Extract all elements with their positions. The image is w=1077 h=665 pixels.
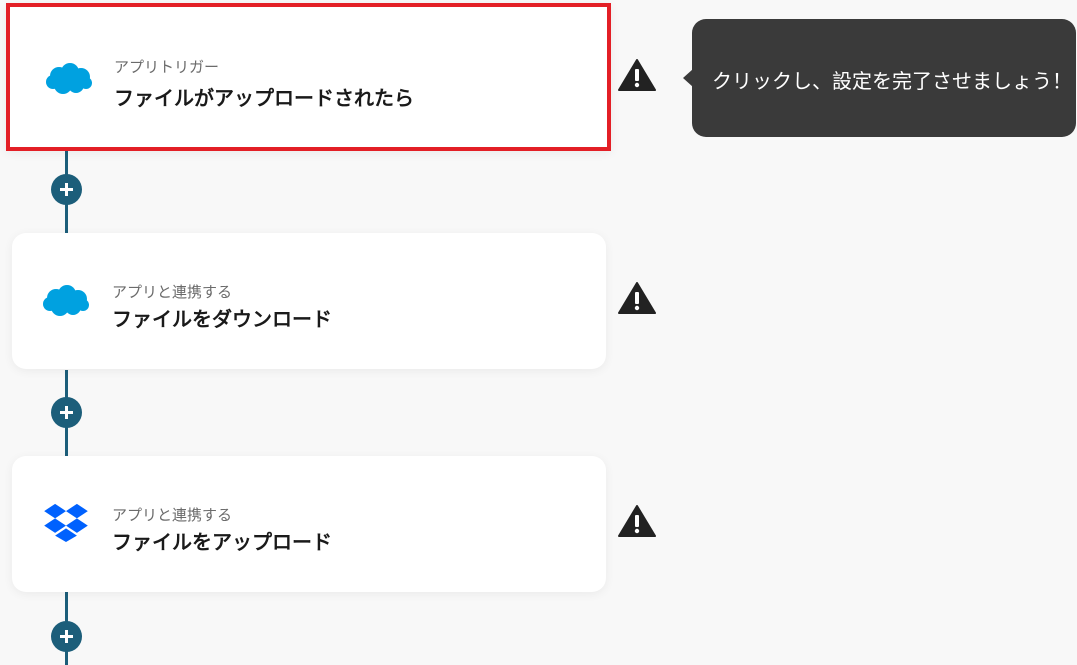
- setup-hint-tooltip: クリックし、設定を完了させましょう！: [683, 19, 1076, 137]
- warning-triangle-icon: [618, 282, 656, 314]
- step-type-label: アプリと連携する: [112, 506, 233, 524]
- tooltip-text: クリックし、設定を完了させましょう！: [712, 69, 1072, 93]
- plus-icon: [60, 630, 73, 643]
- plus-icon: [60, 406, 73, 419]
- warning-triangle-icon: [618, 59, 656, 91]
- add-step-button[interactable]: [51, 621, 82, 652]
- add-step-button[interactable]: [51, 174, 82, 205]
- salesforce-cloud-icon: [46, 63, 92, 94]
- flow-step-action-card[interactable]: アプリと連携する ファイルをダウンロード: [12, 233, 606, 369]
- step-title: ファイルをアップロード: [112, 530, 332, 554]
- warning-triangle-icon: [618, 505, 656, 537]
- flow-step-trigger-card[interactable]: アプリトリガー ファイルがアップロードされたら: [6, 3, 611, 151]
- step-type-label: アプリと連携する: [112, 283, 233, 301]
- plus-icon: [60, 183, 73, 196]
- dropbox-icon: [44, 503, 88, 542]
- step-title: ファイルをダウンロード: [112, 307, 332, 331]
- step-type-label: アプリトリガー: [114, 58, 220, 76]
- step-title: ファイルがアップロードされたら: [114, 86, 414, 110]
- add-step-button[interactable]: [51, 397, 82, 428]
- tooltip-arrow: [683, 69, 693, 87]
- salesforce-cloud-icon: [43, 285, 89, 316]
- flow-step-action-card[interactable]: アプリと連携する ファイルをアップロード: [12, 456, 606, 592]
